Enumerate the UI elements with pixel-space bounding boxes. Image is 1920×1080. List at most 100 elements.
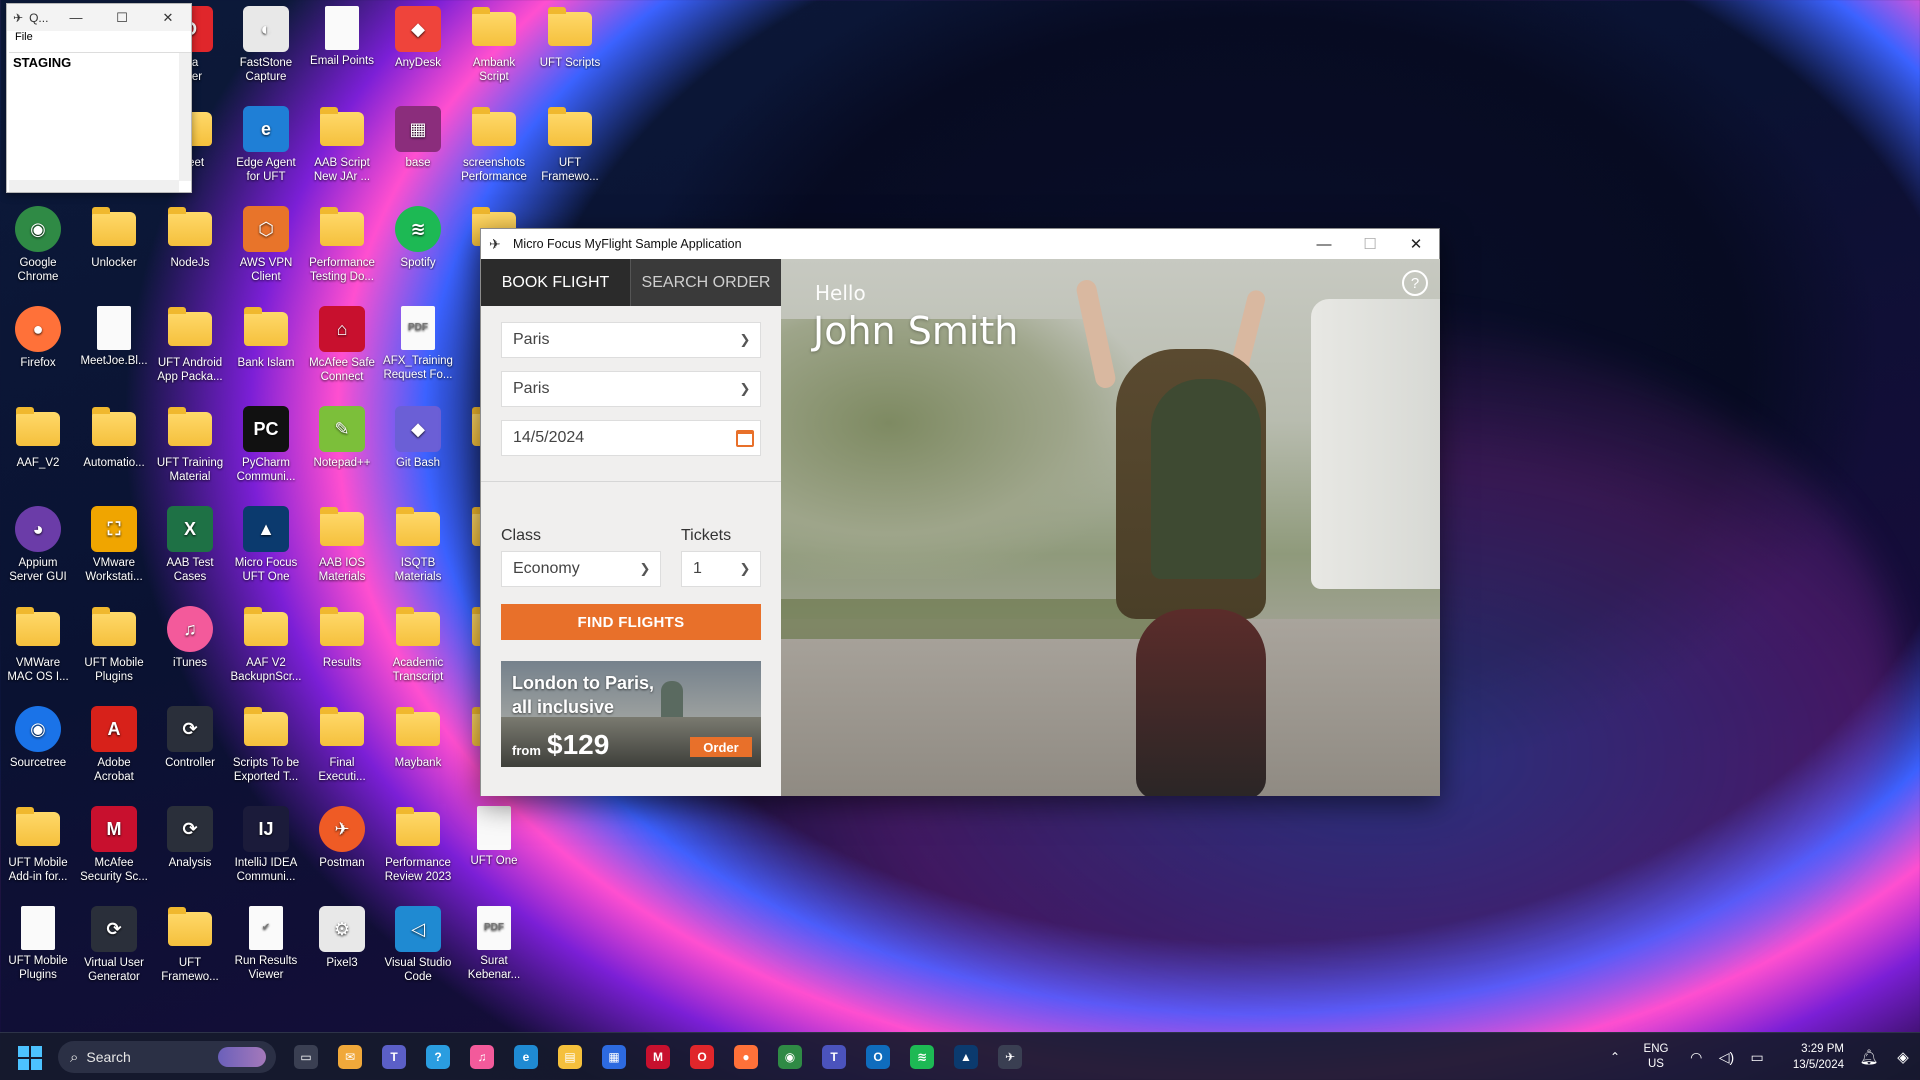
desktop-icon[interactable]: ✈ Postman [304,800,380,896]
desktop-icon[interactable]: NodeJs [152,200,228,296]
taskbar-mail-button[interactable]: ✉ [328,1039,372,1075]
desktop-icon[interactable]: Email Points [304,0,380,96]
desktop-icon[interactable]: Scripts To be Exported T... [228,700,304,796]
desktop-icon[interactable]: IJ IntelliJ IDEA Communi... [228,800,304,896]
promo-banner[interactable]: London to Paris, all inclusive from $129… [501,661,761,767]
desktop-icon[interactable]: UFT Framewo... [152,900,228,996]
system-icons[interactable]: ◠ ◁) ▭ [1682,1049,1772,1066]
desktop-icon[interactable]: A Adobe Acrobat [76,700,152,796]
desktop-icon[interactable]: UFT Training Material [152,400,228,496]
desktop-icon[interactable]: ⟳ Analysis [152,800,228,896]
taskbar-teams-button[interactable]: T [372,1039,416,1075]
help-icon[interactable]: ? [1402,270,1428,296]
desktop-icon[interactable]: M McAfee Security Sc... [76,800,152,896]
tickets-select[interactable]: 1 ❯ [681,551,761,587]
desktop-icon[interactable]: Automatio... [76,400,152,496]
desktop-icon[interactable]: UFT Scripts [532,0,608,96]
close-button[interactable]: ✕ [145,10,191,26]
desktop-icon[interactable]: ◁ Visual Studio Code [380,900,456,996]
desktop-icon[interactable]: ✔ Run Results Viewer [228,900,304,996]
desktop-icon[interactable]: AAF V2 BackupnScr... [228,600,304,696]
horizontal-scrollbar[interactable] [9,180,179,192]
class-select[interactable]: Economy ❯ [501,551,661,587]
desktop-icon[interactable]: ⛶ VMware Workstati... [76,500,152,596]
tab-book-flight[interactable]: BOOK FLIGHT [481,259,631,306]
taskbar-feedback-button[interactable]: ? [416,1039,460,1075]
desktop-icon[interactable]: ISQTB Materials [380,500,456,596]
calendar-icon[interactable] [730,429,760,447]
desktop-icon[interactable]: Maybank [380,700,456,796]
taskbar-store-button[interactable]: ▦ [592,1039,636,1075]
taskbar-task-view-button[interactable]: ▭ [284,1039,328,1075]
desktop-icon[interactable]: PDF AFX_Training Request Fo... [380,300,456,396]
desktop-icon[interactable]: AAF_V2 [0,400,76,496]
desktop-icon[interactable]: ▲ Micro Focus UFT One [228,500,304,596]
desktop-icon[interactable]: Unlocker [76,200,152,296]
notification-icon[interactable]: 🔔︎ [1852,1048,1886,1066]
desktop-icon[interactable]: PDF Surat Kebenar... [456,900,532,996]
chevron-up-icon[interactable]: ⌃ [1600,1050,1630,1064]
desktop-icon[interactable]: VMWare MAC OS I... [0,600,76,696]
desktop-icon[interactable]: MeetJoe.Bl... [76,300,152,396]
desktop-icon[interactable]: ● Firefox [0,300,76,396]
desktop-icon[interactable]: UFT Android App Packa... [152,300,228,396]
desktop-icon[interactable]: UFT Framewo... [532,100,608,196]
taskbar-myflight-button[interactable]: ✈ [988,1039,1032,1075]
q-window-titlebar[interactable]: ✈ Q... — ☐ ✕ [7,4,191,31]
taskbar-mcafee-button[interactable]: M [636,1039,680,1075]
desktop-icon[interactable]: UFT One [456,800,532,896]
desktop-icon[interactable]: ⟳ Controller [152,700,228,796]
close-button[interactable]: ✕ [1393,229,1439,259]
desktop-icon[interactable]: UFT Mobile Add-in for... [0,800,76,896]
language-indicator[interactable]: ENG US [1630,1042,1682,1072]
date-picker[interactable]: 14/5/2024 [501,420,761,456]
vertical-scrollbar[interactable] [179,53,191,181]
desktop-icon[interactable]: UFT Mobile Plugins [76,600,152,696]
minimize-button[interactable]: — [1301,229,1347,259]
desktop-icon[interactable]: e Edge Agent for UFT [228,100,304,196]
myflight-titlebar[interactable]: ✈ Micro Focus MyFlight Sample Applicatio… [481,229,1439,259]
desktop-icon[interactable]: ⌂ McAfee Safe Connect [304,300,380,396]
myflight-window[interactable]: ✈ Micro Focus MyFlight Sample Applicatio… [480,228,1440,796]
taskbar-chrome-button[interactable]: ◉ [768,1039,812,1075]
to-city-select[interactable]: Paris ❯ [501,371,761,407]
desktop-icon[interactable]: ⟳ Virtual User Generator [76,900,152,996]
order-button[interactable]: Order [690,737,752,757]
minimize-button[interactable]: — [53,10,99,25]
desktop-icon[interactable]: AAB Script New JAr ... [304,100,380,196]
desktop-icon[interactable]: ≋ Spotify [380,200,456,296]
maximize-button[interactable]: ☐ [1347,229,1393,259]
desktop-icon[interactable]: AAB IOS Materials [304,500,380,596]
taskbar-itunes-button[interactable]: ♫ [460,1039,504,1075]
from-city-select[interactable]: Paris ❯ [501,322,761,358]
desktop-icon[interactable]: ⚙ Pixel3 [304,900,380,996]
desktop-icon[interactable]: Performance Testing Do... [304,200,380,296]
taskbar-teams-new-button[interactable]: T [812,1039,856,1075]
taskbar-search[interactable]: ⌕ Search [58,1041,276,1073]
q-window[interactable]: ✈ Q... — ☐ ✕ File STAGING [6,3,192,193]
desktop-icon[interactable]: Bank Islam [228,300,304,396]
desktop-icon[interactable]: PC PyCharm Communi... [228,400,304,496]
desktop-icon[interactable]: ▦ base [380,100,456,196]
taskbar-uft-one-button[interactable]: ▲ [944,1039,988,1075]
tab-search-order[interactable]: SEARCH ORDER [631,259,781,306]
clock[interactable]: 3:29 PM 13/5/2024 [1772,1041,1852,1073]
desktop-icon[interactable]: Final Executi... [304,700,380,796]
desktop-icon[interactable]: ◆ Git Bash [380,400,456,496]
taskbar-spotify-button[interactable]: ≋ [900,1039,944,1075]
desktop-icon[interactable]: screenshots Performance [456,100,532,196]
menu-file[interactable]: File [7,31,191,46]
desktop-icon[interactable]: ◉ Google Chrome [0,200,76,296]
desktop-icon[interactable]: Ambank Script [456,0,532,96]
taskbar-edge-button[interactable]: e [504,1039,548,1075]
taskbar-file-explorer-button[interactable]: ▤ [548,1039,592,1075]
desktop-icon[interactable]: ◐ FastStone Capture [228,0,304,96]
maximize-button[interactable]: ☐ [99,10,145,26]
desktop-icon[interactable]: Academic Transcript [380,600,456,696]
desktop-icon[interactable]: ✎ Notepad++ [304,400,380,496]
desktop-icon[interactable]: UFT Mobile Plugins [0,900,76,996]
desktop-icon[interactable]: ◉ Sourcetree [0,700,76,796]
q-window-content[interactable]: STAGING [9,52,191,192]
desktop-icon[interactable]: ♫ iTunes [152,600,228,696]
desktop-icon[interactable]: ◕ Appium Server GUI [0,500,76,596]
